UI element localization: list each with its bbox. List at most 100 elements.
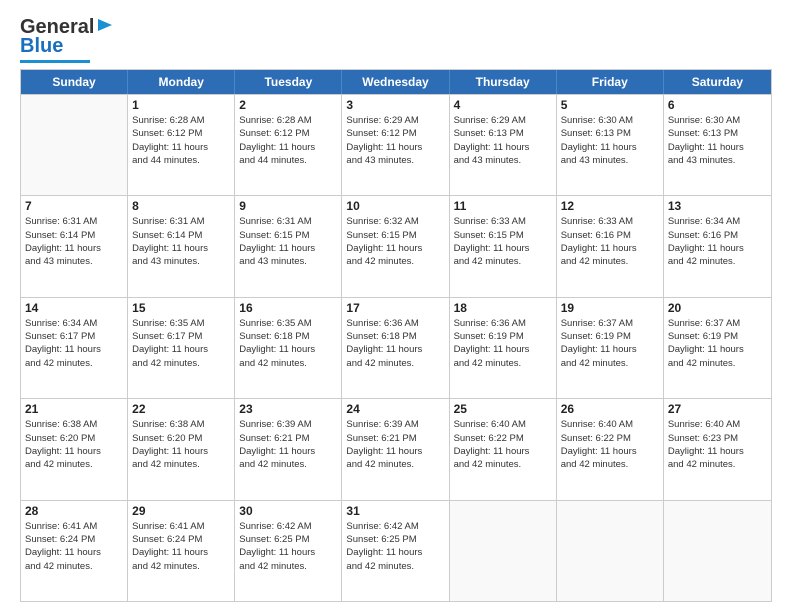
cell-info-line: Sunset: 6:21 PM (239, 432, 337, 445)
day-number: 20 (668, 301, 767, 315)
weekday-header-tuesday: Tuesday (235, 70, 342, 94)
calendar-cell-13: 13Sunrise: 6:34 AMSunset: 6:16 PMDayligh… (664, 196, 771, 296)
cell-info-line: Sunrise: 6:42 AM (346, 520, 444, 533)
cell-info-line: Sunrise: 6:41 AM (132, 520, 230, 533)
cell-info-line: Daylight: 11 hours (239, 445, 337, 458)
cell-info-line: Daylight: 11 hours (561, 141, 659, 154)
calendar-cell-27: 27Sunrise: 6:40 AMSunset: 6:23 PMDayligh… (664, 399, 771, 499)
day-number: 22 (132, 402, 230, 416)
day-number: 5 (561, 98, 659, 112)
cell-info-line: Sunset: 6:24 PM (132, 533, 230, 546)
calendar-cell-17: 17 Sunrise: 6:36 AMSunset: 6:18 PMDayligh… (342, 298, 449, 398)
cell-info-line: Daylight: 11 hours (239, 546, 337, 559)
cell-info-line: Daylight: 11 hours (132, 242, 230, 255)
day-number: 8 (132, 199, 230, 213)
cell-info-line: Sunset: 6:16 PM (561, 229, 659, 242)
calendar-cell-9: 9Sunrise: 6:31 AMSunset: 6:15 PMDaylight… (235, 196, 342, 296)
cell-info-line: Sunrise: 6:39 AM (346, 418, 444, 431)
calendar-cell-5: 5Sunrise: 6:30 AMSunset: 6:13 PMDaylight… (557, 95, 664, 195)
calendar-cell-23: 23Sunrise: 6:39 AMSunset: 6:21 PMDayligh… (235, 399, 342, 499)
cell-info-line: Daylight: 11 hours (454, 445, 552, 458)
day-number: 3 (346, 98, 444, 112)
cell-info-line: Daylight: 11 hours (454, 242, 552, 255)
calendar-cell-29: 29Sunrise: 6:41 AMSunset: 6:24 PMDayligh… (128, 501, 235, 601)
weekday-header-saturday: Saturday (664, 70, 771, 94)
cell-info-line: Sunset: 6:16 PM (668, 229, 767, 242)
cell-info-line: and 42 minutes. (668, 458, 767, 471)
cell-info-line: Sunrise: 6:31 AM (25, 215, 123, 228)
cell-info-line: Sunrise: 6:40 AM (561, 418, 659, 431)
logo-blue-text: Blue (20, 35, 63, 58)
cell-info-line: and 43 minutes. (25, 255, 123, 268)
cell-info-line: Daylight: 11 hours (25, 242, 123, 255)
day-number: 11 (454, 199, 552, 213)
calendar-cell-empty-4-6 (664, 501, 771, 601)
weekday-header-thursday: Thursday (450, 70, 557, 94)
cell-info-line: Sunset: 6:20 PM (25, 432, 123, 445)
cell-info-line: and 42 minutes. (132, 560, 230, 573)
calendar-row-2: 7Sunrise: 6:31 AMSunset: 6:14 PMDaylight… (21, 195, 771, 296)
calendar-cell-31: 31Sunrise: 6:42 AMSunset: 6:25 PMDayligh… (342, 501, 449, 601)
cell-info-line: Sunrise: 6:41 AM (25, 520, 123, 533)
calendar-cell-3: 3Sunrise: 6:29 AMSunset: 6:12 PMDaylight… (342, 95, 449, 195)
calendar-cell-28: 28Sunrise: 6:41 AMSunset: 6:24 PMDayligh… (21, 501, 128, 601)
cell-info-line: Daylight: 11 hours (132, 445, 230, 458)
calendar-cell-11: 11Sunrise: 6:33 AMSunset: 6:15 PMDayligh… (450, 196, 557, 296)
cell-info-line: Sunrise: 6:40 AM (454, 418, 552, 431)
day-number: 17 (346, 301, 444, 315)
cell-info-line: Daylight: 11 hours (668, 343, 767, 356)
cell-info-line: Sunrise: 6:36 AM (346, 317, 444, 330)
cell-info-line: Daylight: 11 hours (346, 343, 444, 356)
calendar-cell-empty-4-4 (450, 501, 557, 601)
cell-info-line: and 42 minutes. (239, 560, 337, 573)
cell-info-line: and 44 minutes. (132, 154, 230, 167)
weekday-header-monday: Monday (128, 70, 235, 94)
cell-info-line: and 42 minutes. (346, 357, 444, 370)
cell-info-line: and 42 minutes. (25, 357, 123, 370)
cell-info-line: and 42 minutes. (346, 255, 444, 268)
cell-info-line: Daylight: 11 hours (561, 242, 659, 255)
cell-info-line: Daylight: 11 hours (239, 242, 337, 255)
day-number: 18 (454, 301, 552, 315)
cell-info-line: Sunset: 6:12 PM (239, 127, 337, 140)
cell-info-line: Daylight: 11 hours (561, 445, 659, 458)
cell-info-line: and 43 minutes. (132, 255, 230, 268)
day-number: 23 (239, 402, 337, 416)
cell-info-line: Sunset: 6:23 PM (668, 432, 767, 445)
cell-info-line: and 42 minutes. (561, 255, 659, 268)
day-number: 6 (668, 98, 767, 112)
cell-info-line: and 43 minutes. (346, 154, 444, 167)
day-number: 26 (561, 402, 659, 416)
calendar-cell-25: 25Sunrise: 6:40 AMSunset: 6:22 PMDayligh… (450, 399, 557, 499)
cell-info-line: Sunset: 6:18 PM (239, 330, 337, 343)
cell-info-line: Sunrise: 6:33 AM (561, 215, 659, 228)
cell-info-line: and 43 minutes. (454, 154, 552, 167)
calendar-cell-empty-0-0 (21, 95, 128, 195)
cell-info-line: Daylight: 11 hours (132, 343, 230, 356)
cell-info-line: Sunset: 6:18 PM (346, 330, 444, 343)
cell-info-line: Sunset: 6:19 PM (668, 330, 767, 343)
calendar-header: SundayMondayTuesdayWednesdayThursdayFrid… (21, 70, 771, 94)
cell-info-line: Sunset: 6:24 PM (25, 533, 123, 546)
weekday-header-sunday: Sunday (21, 70, 128, 94)
day-number: 16 (239, 301, 337, 315)
calendar-cell-21: 21Sunrise: 6:38 AMSunset: 6:20 PMDayligh… (21, 399, 128, 499)
day-number: 29 (132, 504, 230, 518)
calendar-cell-1: 1Sunrise: 6:28 AMSunset: 6:12 PMDaylight… (128, 95, 235, 195)
cell-info-line: Sunrise: 6:35 AM (132, 317, 230, 330)
cell-info-line: Sunset: 6:15 PM (454, 229, 552, 242)
cell-info-line: and 43 minutes. (668, 154, 767, 167)
cell-info-line: Daylight: 11 hours (346, 141, 444, 154)
cell-info-line: and 42 minutes. (454, 255, 552, 268)
cell-info-line: Sunrise: 6:29 AM (346, 114, 444, 127)
cell-info-line: Daylight: 11 hours (346, 546, 444, 559)
calendar-cell-19: 19Sunrise: 6:37 AMSunset: 6:19 PMDayligh… (557, 298, 664, 398)
cell-info-line: Sunset: 6:25 PM (346, 533, 444, 546)
weekday-header-wednesday: Wednesday (342, 70, 449, 94)
weekday-header-friday: Friday (557, 70, 664, 94)
cell-info-line: Sunset: 6:13 PM (668, 127, 767, 140)
cell-info-line: and 43 minutes. (239, 255, 337, 268)
day-number: 4 (454, 98, 552, 112)
cell-info-line: Daylight: 11 hours (239, 343, 337, 356)
cell-info-line: and 42 minutes. (239, 357, 337, 370)
